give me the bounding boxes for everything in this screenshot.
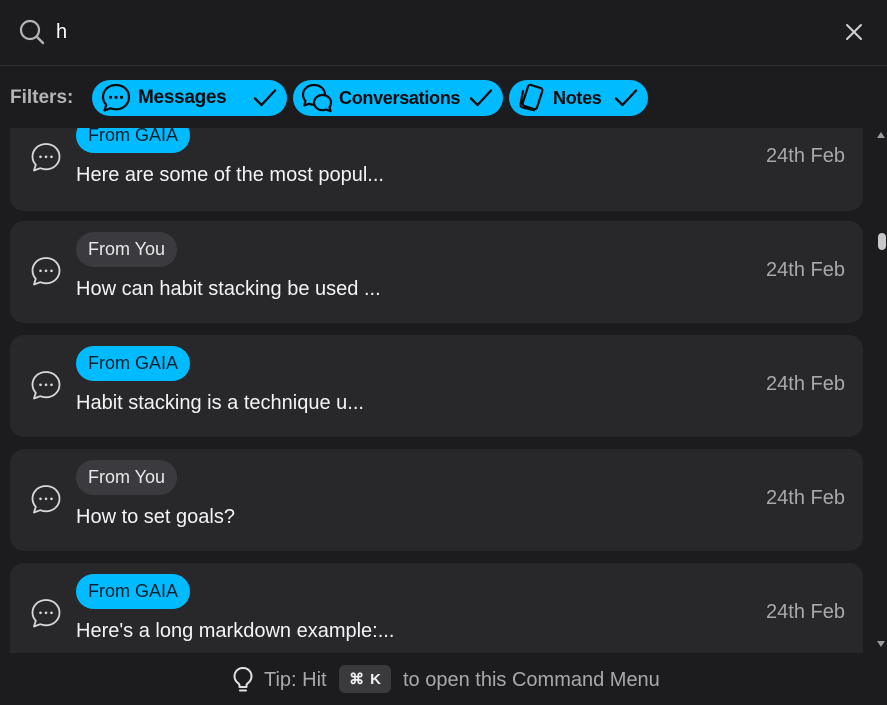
result-item[interactable]: From You How to set goals? 24th Feb [10,449,863,551]
message-snippet: How can habit stacking be used ... [76,278,381,300]
sender-badge: From You [76,232,178,267]
scroll-up-arrow-icon[interactable] [877,132,885,138]
checkmark-icon [614,89,638,107]
filter-chip-label: Messages [138,87,227,108]
sender-badge: From You [76,460,178,495]
chat-bubble-icon [101,83,131,112]
message-snippet: Here are some of the most popul... [76,164,384,186]
conversations-icon [301,83,333,113]
filters-label: Filters: [10,87,74,108]
checkmark-icon [253,89,277,107]
scroll-down-arrow-icon[interactable] [877,641,885,647]
tip-description: to open this Command Menu [403,669,660,691]
search-bar [0,0,887,66]
command-key-icon: ⌘ [349,671,365,688]
message-snippet: Habit stacking is a technique u... [76,392,364,414]
search-icon [19,19,45,45]
command-menu: Filters: Messages Conversations [0,0,887,705]
message-date: 24th Feb [766,259,845,281]
sender-badge: From GAIA [76,346,191,381]
filter-chip-notes[interactable]: Notes [509,80,648,116]
shortcut-key: K [370,670,381,688]
filter-chip-conversations[interactable]: Conversations [293,80,503,116]
filter-chip-label: Notes [553,87,602,108]
keyboard-shortcut: ⌘ K [339,665,391,693]
message-icon [31,371,61,400]
message-icon [31,485,61,514]
notes-icon [519,83,544,112]
result-item[interactable]: From GAIA Here are some of the most popu… [10,128,863,211]
message-icon [31,599,61,628]
message-icon [31,257,61,286]
search-input[interactable] [56,16,816,48]
filter-chip-label: Conversations [339,87,461,108]
tip-label: Tip: Hit [264,669,327,691]
message-snippet: Here's a long markdown example:... [76,620,395,642]
scroll-thumb[interactable] [878,233,886,250]
message-snippet: How to set goals? [76,506,235,528]
sender-badge: From GAIA [76,128,191,153]
checkmark-icon [469,89,493,107]
filter-chip-messages[interactable]: Messages [92,80,287,116]
close-icon[interactable] [842,20,866,44]
message-date: 24th Feb [766,601,845,623]
results-list: From GAIA Here are some of the most popu… [0,128,874,653]
message-icon [31,143,61,172]
footer-tip: Tip: Hit ⌘ K to open this Command Menu [0,653,887,705]
message-date: 24th Feb [766,145,845,167]
results-scrollbar[interactable] [874,128,887,653]
sender-badge: From GAIA [76,574,191,609]
filters-bar: Filters: Messages Conversations Notes [0,67,887,128]
result-item[interactable]: From GAIA Here's a long markdown example… [10,563,863,653]
lightbulb-icon [233,667,253,692]
result-item[interactable]: From GAIA Habit stacking is a technique … [10,335,863,437]
result-item[interactable]: From You How can habit stacking be used … [10,221,863,323]
message-date: 24th Feb [766,487,845,509]
message-date: 24th Feb [766,373,845,395]
